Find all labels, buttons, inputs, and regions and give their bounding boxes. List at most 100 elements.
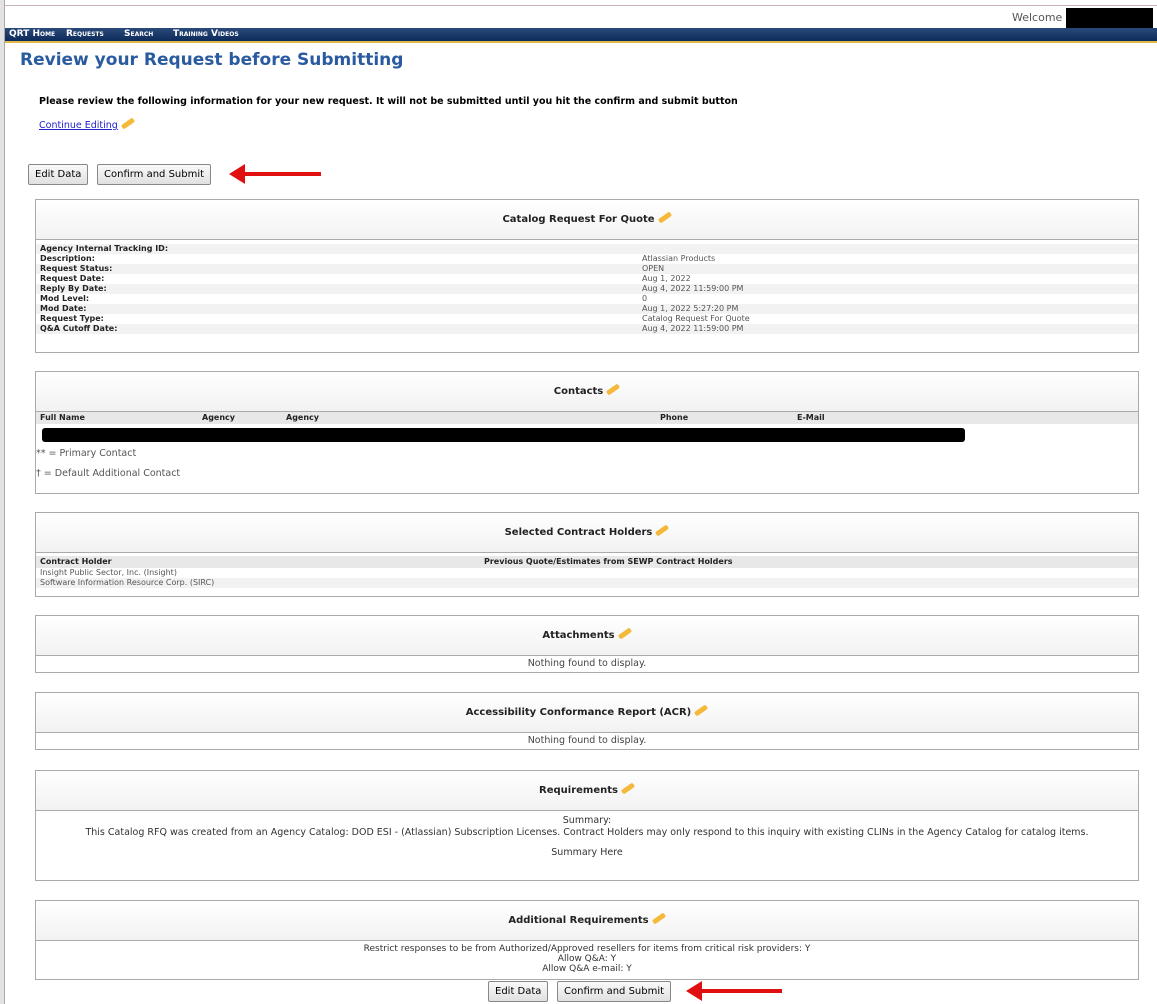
top-border	[5, 5, 1157, 6]
kv-row: Mod Level: 0	[36, 294, 1138, 304]
catalog-rfq-rows: Agency Internal Tracking ID: Description…	[36, 240, 1138, 334]
additional-line: Allow Q&A e-mail: Y	[542, 964, 632, 974]
holders-table-header: Contract Holder Previous Quote/Estimates…	[36, 556, 1138, 568]
kv-value	[638, 244, 642, 254]
kv-row: Request Status: OPEN	[36, 264, 1138, 274]
pencil-icon[interactable]	[606, 382, 621, 396]
contacts-table-header: Full Name Agency Agency Phone E-Mail	[36, 412, 1138, 424]
kv-label: Q&A Cutoff Date:	[40, 324, 118, 333]
nav-requests[interactable]: Requests	[66, 29, 104, 39]
attachments-empty: Nothing found to display.	[527, 658, 647, 669]
catalog-rfq-title: Catalog Request For Quote	[502, 214, 655, 225]
attachments-panel: Attachments Nothing found to display.	[35, 615, 1139, 673]
kv-label: Request Type:	[40, 314, 104, 323]
pencil-icon[interactable]	[617, 626, 632, 640]
pencil-icon[interactable]	[657, 210, 672, 224]
confirm-submit-button-top[interactable]: Confirm and Submit	[97, 164, 212, 185]
holder-row: Software Information Resource Corp. (SIR…	[36, 578, 1138, 588]
kv-value: OPEN	[642, 264, 665, 273]
col-phone: Phone	[660, 413, 689, 422]
kv-row: Mod Date: Aug 1, 2022 5:27:20 PM	[36, 304, 1138, 314]
kv-row: Q&A Cutoff Date: Aug 4, 2022 11:59:00 PM	[36, 324, 1138, 334]
requirements-text: This Catalog RFQ was created from an Age…	[85, 827, 1089, 838]
kv-label: Reply By Date:	[40, 284, 107, 293]
pencil-icon[interactable]	[651, 911, 666, 925]
contract-holders-panel: Selected Contract Holders Contract Holde…	[35, 512, 1139, 597]
intro-text: Please review the following information …	[39, 96, 738, 107]
kv-value: 0	[642, 294, 648, 303]
additional-line: Allow Q&A: Y	[557, 954, 617, 964]
col-email: E-Mail	[797, 413, 825, 422]
page-title: Review your Request before Submitting	[20, 50, 404, 70]
requirements-summary-label: Summary:	[562, 815, 612, 826]
welcome-text: Welcome	[1012, 11, 1063, 24]
redacted-contact-info	[42, 428, 965, 442]
additional-requirements-header: Additional Requirements	[36, 901, 1138, 941]
kv-value: Aug 1, 2022	[642, 274, 691, 283]
acr-empty: Nothing found to display.	[527, 735, 647, 746]
col-contract-holder: Contract Holder	[40, 557, 112, 566]
col-full-name: Full Name	[40, 413, 85, 422]
confirm-submit-button-bottom[interactable]: Confirm and Submit	[557, 981, 672, 1002]
col-agency: Agency	[202, 413, 235, 422]
contract-holders-table: Contract Holder Previous Quote/Estimates…	[36, 553, 1138, 588]
kv-value: Catalog Request For Quote	[642, 314, 750, 323]
continue-editing-label[interactable]: Continue Editing	[39, 120, 118, 131]
default-contact-legend: † = Default Additional Contact	[36, 468, 181, 479]
pencil-icon[interactable]	[120, 117, 135, 130]
col-previous-quotes: Previous Quote/Estimates from SEWP Contr…	[484, 557, 733, 566]
acr-panel: Accessibility Conformance Report (ACR) N…	[35, 692, 1139, 750]
acr-header: Accessibility Conformance Report (ACR)	[36, 693, 1138, 733]
contacts-redacted-row	[36, 424, 1138, 442]
kv-value: Aug 4, 2022 11:59:00 PM	[642, 324, 744, 333]
continue-editing-link[interactable]: Continue Editing	[39, 117, 135, 131]
nav-qrt-home[interactable]: QRT Home	[9, 29, 55, 39]
kv-label: Mod Level:	[40, 294, 90, 303]
contacts-title: Contacts	[553, 386, 604, 397]
catalog-rfq-panel: Catalog Request For Quote Agency Interna…	[35, 199, 1139, 353]
kv-row: Reply By Date: Aug 4, 2022 11:59:00 PM	[36, 284, 1138, 294]
pencil-icon[interactable]	[620, 781, 636, 795]
catalog-rfq-header: Catalog Request For Quote	[36, 200, 1138, 240]
kv-row: Request Type: Catalog Request For Quote	[36, 314, 1138, 324]
holder-name: Software Information Resource Corp. (SIR…	[40, 578, 215, 587]
top-nav-bar: QRT Home Requests Search Training Videos	[5, 28, 1157, 43]
acr-title: Accessibility Conformance Report (ACR)	[465, 707, 692, 718]
kv-label: Request Date:	[40, 274, 105, 283]
left-border	[0, 0, 5, 1004]
additional-requirements-lines: Restrict responses to be from Authorized…	[36, 941, 1138, 974]
edit-data-button-top[interactable]: Edit Data	[28, 164, 89, 185]
pencil-icon[interactable]	[655, 523, 670, 537]
nav-search[interactable]: Search	[124, 29, 153, 39]
additional-requirements-title: Additional Requirements	[508, 915, 649, 926]
attachments-header: Attachments	[36, 616, 1138, 656]
holder-name: Insight Public Sector, Inc. (Insight)	[40, 568, 177, 577]
contract-holders-title: Selected Contract Holders	[504, 527, 653, 538]
kv-value: Atlassian Products	[642, 254, 716, 263]
kv-label: Request Status:	[40, 264, 113, 273]
kv-label: Description:	[40, 254, 95, 263]
requirements-summary-here: Summary Here	[551, 847, 623, 858]
additional-line: Restrict responses to be from Authorized…	[363, 944, 811, 954]
kv-label: Agency Internal Tracking ID:	[40, 244, 169, 253]
contract-holders-header: Selected Contract Holders	[36, 513, 1138, 553]
kv-row: Description: Atlassian Products	[36, 254, 1138, 264]
nav-training-videos[interactable]: Training Videos	[173, 29, 239, 39]
requirements-panel: Requirements Summary: This Catalog RFQ w…	[35, 770, 1139, 881]
red-arrow-annotation-top	[229, 164, 321, 184]
edit-data-button-bottom[interactable]: Edit Data	[488, 981, 549, 1002]
requirements-title: Requirements	[539, 785, 618, 796]
pencil-icon[interactable]	[694, 703, 709, 717]
kv-row: Agency Internal Tracking ID:	[36, 244, 1138, 254]
contacts-header: Contacts	[36, 372, 1138, 412]
primary-contact-legend: ** = Primary Contact	[36, 448, 137, 459]
col-agency-2: Agency	[286, 413, 319, 422]
redacted-username	[1066, 8, 1153, 28]
kv-row: Request Date: Aug 1, 2022	[36, 274, 1138, 284]
kv-label: Mod Date:	[40, 304, 87, 313]
holder-row: Insight Public Sector, Inc. (Insight)	[36, 568, 1138, 578]
additional-requirements-panel: Additional Requirements Restrict respons…	[35, 900, 1139, 980]
requirements-header: Requirements	[36, 771, 1138, 811]
red-arrow-annotation-bottom	[686, 981, 782, 1001]
kv-value: Aug 4, 2022 11:59:00 PM	[642, 284, 744, 293]
